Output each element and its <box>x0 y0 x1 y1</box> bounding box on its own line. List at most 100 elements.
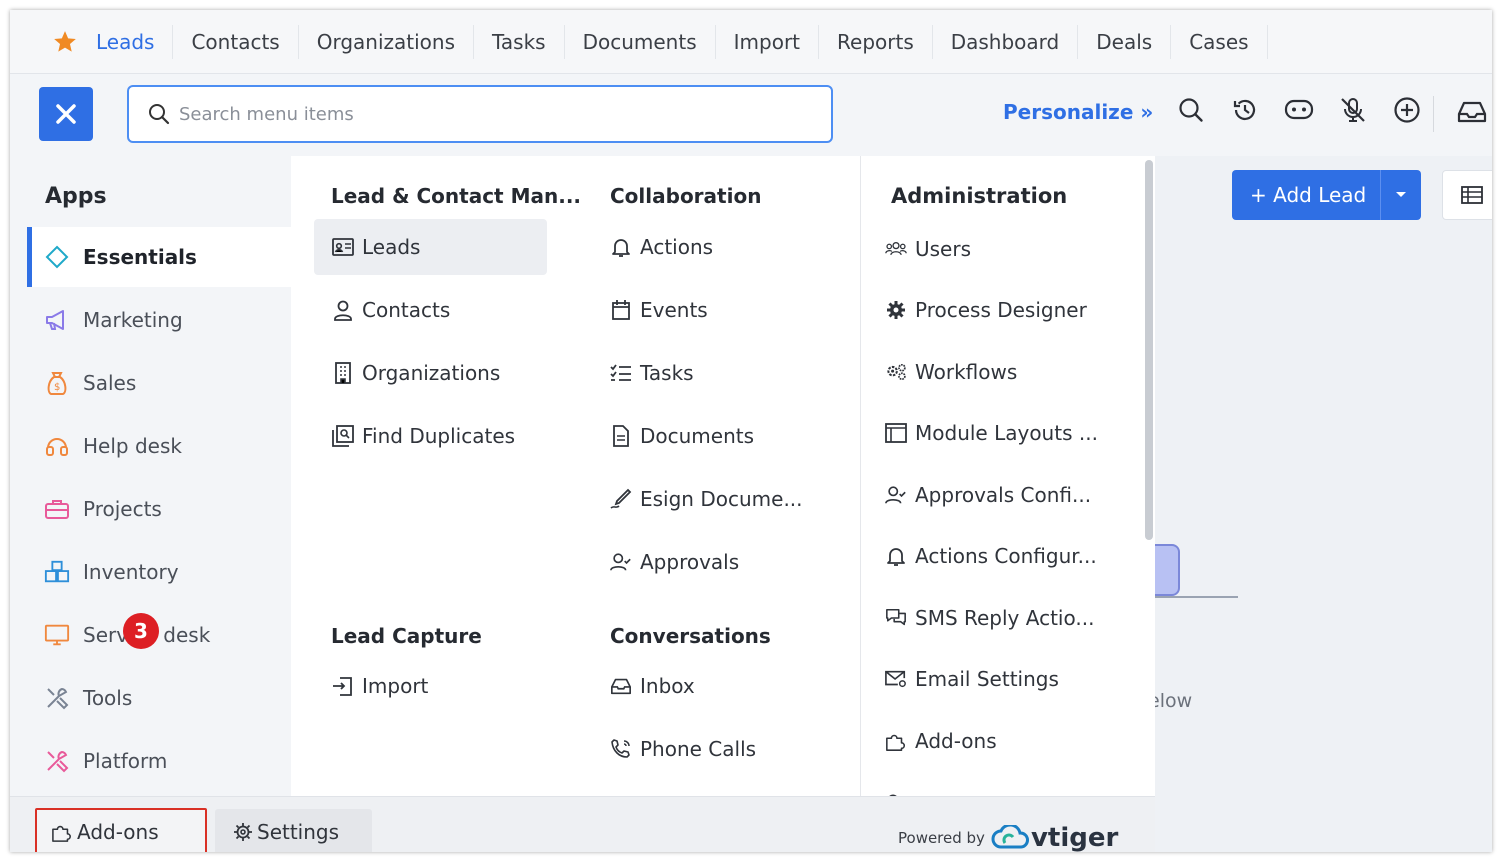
menu-item-import[interactable]: Import <box>332 658 428 714</box>
history-icon[interactable] <box>1229 94 1261 126</box>
menu-item-contacts[interactable]: Contacts <box>332 282 450 338</box>
personalize-link[interactable]: Personalize » <box>1003 100 1153 124</box>
table-icon <box>1461 186 1483 204</box>
menu-item-process-designer[interactable]: Process Designer <box>885 282 1087 338</box>
search-icon <box>149 104 170 125</box>
tab-dashboard[interactable]: Dashboard <box>933 24 1079 59</box>
add-lead-dropdown[interactable] <box>1380 170 1421 220</box>
tab-organizations[interactable]: Organizations <box>299 24 474 59</box>
menu-item-label: Organizations <box>362 361 501 385</box>
menu-item-actions-config[interactable]: Actions Configur... <box>885 528 1097 584</box>
addons-label: Add-ons <box>77 819 159 844</box>
tab-import[interactable]: Import <box>716 24 820 59</box>
addons-button[interactable]: Add-ons <box>35 808 207 852</box>
sidebar-item-service-desk[interactable]: Service desk <box>27 605 291 665</box>
puzzle-icon <box>885 730 907 752</box>
chatbot-icon[interactable] <box>1283 94 1315 126</box>
menu-item-label: SMS Reply Actio... <box>915 606 1095 630</box>
tab-contacts[interactable]: Contacts <box>173 24 299 59</box>
global-search-icon[interactable] <box>1175 94 1207 126</box>
gear-icon <box>234 823 252 841</box>
layout-icon <box>885 422 907 444</box>
tab-deals[interactable]: Deals <box>1078 24 1172 59</box>
tools-icon <box>44 685 70 711</box>
menu-item-module-layouts[interactable]: Module Layouts ... <box>885 405 1098 461</box>
sidebar-item-marketing[interactable]: Marketing <box>27 290 291 350</box>
sidebar-item-essentials[interactable]: Essentials <box>27 227 291 287</box>
tab-documents[interactable]: Documents <box>565 24 716 59</box>
chat-bubbles-icon <box>885 607 907 629</box>
inbox-tray-icon[interactable] <box>1456 98 1488 130</box>
app-menu-panel: Apps Essentials Marketing $ Sales Help d… <box>10 156 1155 852</box>
briefcase-icon <box>44 496 70 522</box>
platform-tools-icon <box>44 748 70 774</box>
apps-title: Apps <box>45 184 107 209</box>
column-divider <box>860 156 861 796</box>
menu-item-actions[interactable]: Actions <box>610 219 713 275</box>
tab-leads[interactable]: Leads <box>96 24 174 59</box>
menu-item-label: Module Layouts ... <box>915 421 1098 445</box>
tab-reports[interactable]: Reports <box>819 24 933 59</box>
add-circle-icon[interactable] <box>1391 94 1423 126</box>
menu-item-label: Find Duplicates <box>362 424 516 448</box>
vtiger-brand: vtiger <box>1030 823 1119 852</box>
menu-item-organizations[interactable]: Organizations <box>332 345 500 401</box>
vtiger-cloud-icon <box>991 825 1029 849</box>
sidebar-item-help-desk[interactable]: Help desk <box>27 416 291 476</box>
sidebar-item-label: Essentials <box>83 245 197 269</box>
menu-item-events[interactable]: Events <box>610 282 708 338</box>
user-check-icon <box>610 551 632 573</box>
menu-item-label: Users <box>915 237 972 261</box>
menu-item-approvals[interactable]: Approvals <box>610 534 739 590</box>
money-bag-icon: $ <box>44 370 70 396</box>
sidebar-item-tools[interactable]: Tools <box>27 668 291 728</box>
menu-item-add-ons[interactable]: Add-ons <box>885 713 997 769</box>
app-window: Leads Contacts Organizations Tasks Docum… <box>10 10 1492 852</box>
sidebar-item-label: Help desk <box>83 434 182 458</box>
monitor-icon <box>44 622 70 648</box>
menu-item-approvals-config[interactable]: Approvals Confi... <box>885 467 1091 523</box>
phone-call-icon <box>610 738 632 760</box>
menu-item-sms-reply-actions[interactable]: SMS Reply Actio... <box>885 590 1094 646</box>
menu-item-documents[interactable]: Documents <box>610 408 754 464</box>
menu-item-label: Phone Calls <box>640 737 757 761</box>
close-menu-button[interactable] <box>39 87 93 141</box>
menu-item-esign-documents[interactable]: Esign Docume... <box>610 471 803 527</box>
import-icon <box>332 675 354 697</box>
search-input[interactable] <box>179 103 779 125</box>
cog-icon <box>885 299 907 321</box>
menu-item-tasks[interactable]: Tasks <box>610 345 694 401</box>
menu-item-leads[interactable]: Leads <box>314 219 547 275</box>
sidebar-item-projects[interactable]: Projects <box>27 479 291 539</box>
menu-item-label: Workflows <box>915 360 1018 384</box>
tab-cases[interactable]: Cases <box>1171 24 1268 59</box>
tab-tasks[interactable]: Tasks <box>474 24 565 59</box>
menu-item-label: Esign Docume... <box>640 487 803 511</box>
list-view-button[interactable] <box>1442 170 1492 220</box>
menu-item-label: Approvals Confi... <box>915 483 1092 507</box>
star-icon[interactable] <box>52 29 78 55</box>
menu-item-label: Documents <box>640 424 755 448</box>
sidebar-item-label: Platform <box>83 749 168 773</box>
menu-item-email-settings[interactable]: Email Settings <box>885 651 1059 707</box>
menu-scrollbar[interactable] <box>1145 160 1153 540</box>
menu-item-inbox[interactable]: Inbox <box>610 658 695 714</box>
settings-button[interactable]: Settings <box>215 809 372 852</box>
menu-item-label: Approvals <box>640 550 740 574</box>
microphone-off-icon[interactable] <box>1337 94 1369 126</box>
sidebar-item-platform[interactable]: Platform <box>27 731 291 791</box>
megaphone-icon <box>44 307 70 333</box>
caret-down-icon <box>1396 192 1406 197</box>
menu-item-workflows[interactable]: Workflows <box>885 344 1017 400</box>
user-icon <box>332 299 354 321</box>
menu-item-find-duplicates[interactable]: Find Duplicates <box>332 408 515 464</box>
duplicate-search-icon <box>332 425 354 447</box>
menu-item-label: Process Designer <box>915 298 1087 322</box>
menu-item-users[interactable]: Users <box>885 221 971 277</box>
sidebar-item-inventory[interactable]: Inventory <box>27 542 291 602</box>
add-lead-label: + Add Lead <box>1250 183 1367 207</box>
search-box[interactable] <box>127 85 833 143</box>
sidebar-item-sales[interactable]: $ Sales <box>27 353 291 413</box>
menu-item-phone-calls[interactable]: Phone Calls <box>610 721 756 777</box>
add-lead-button[interactable]: + Add Lead <box>1232 170 1421 220</box>
